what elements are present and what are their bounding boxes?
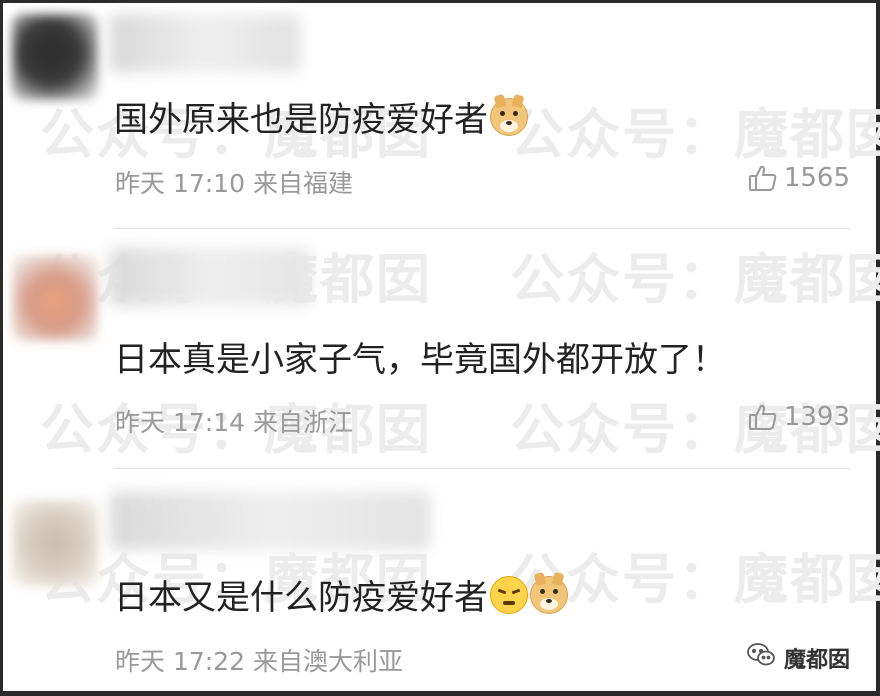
avatar[interactable] xyxy=(12,500,98,586)
comment-text: 日本又是什么防疫爱好者 xyxy=(114,578,488,618)
comment-time: 昨天 17:22 xyxy=(115,647,245,676)
comment-meta: 昨天 17:10 来自福建 xyxy=(115,164,353,200)
like-button[interactable]: 1393 xyxy=(748,402,850,432)
like-count: 1393 xyxy=(783,402,850,432)
thumbs-up-icon xyxy=(748,163,778,193)
avatar[interactable] xyxy=(12,255,98,341)
comment-meta: 昨天 17:22 来自澳大利亚 xyxy=(115,642,403,678)
thumbs-up-icon xyxy=(748,402,778,432)
comment-text-row: 国外原来也是防疫爱好者 xyxy=(114,92,528,141)
account-badge: 魔都囡 xyxy=(746,642,850,674)
divider xyxy=(114,468,850,469)
comment-location: 来自浙江 xyxy=(252,408,353,437)
wechat-icon xyxy=(746,642,776,674)
comment-text: 日本真是小家子气，毕竟国外都开放了！ xyxy=(114,340,726,380)
doge-icon xyxy=(490,97,528,136)
comment-meta: 昨天 17:14 来自浙江 xyxy=(115,403,353,439)
comment-time: 昨天 17:10 xyxy=(115,169,245,198)
comment-time: 昨天 17:14 xyxy=(115,408,245,437)
divider xyxy=(114,228,850,229)
comment-location: 来自澳大利亚 xyxy=(252,647,403,676)
username-blurred[interactable] xyxy=(110,248,310,306)
username-blurred[interactable] xyxy=(110,492,430,550)
like-count: 1565 xyxy=(783,163,850,193)
comment-location: 来自福建 xyxy=(252,169,353,198)
username-blurred[interactable] xyxy=(110,14,300,72)
like-button[interactable]: 1565 xyxy=(748,163,850,193)
comment-text: 国外原来也是防疫爱好者 xyxy=(114,100,488,140)
avatar[interactable] xyxy=(12,14,98,100)
doge-icon xyxy=(530,575,568,614)
comment-text-row: 日本真是小家子气，毕竟国外都开放了！ xyxy=(114,332,726,381)
comment-text-row: 日本又是什么防疫爱好者 xyxy=(114,570,568,619)
angry-face-icon xyxy=(490,575,528,614)
badge-label: 魔都囡 xyxy=(783,648,850,673)
